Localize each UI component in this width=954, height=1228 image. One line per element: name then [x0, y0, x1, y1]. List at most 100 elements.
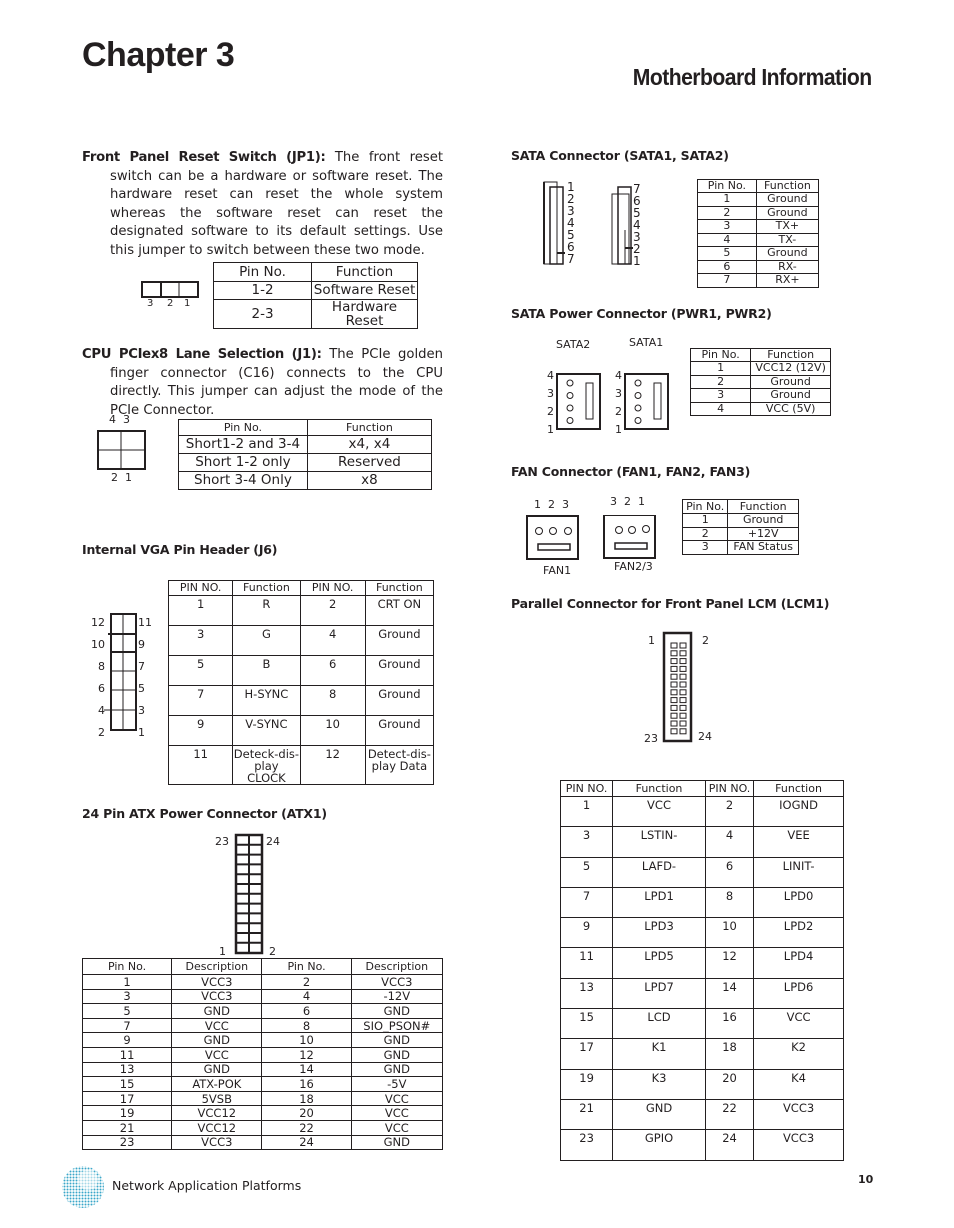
column-header: Function: [311, 262, 418, 282]
lcm-pin: [670, 673, 678, 680]
table-cell: 14: [261, 1061, 352, 1078]
table-cell: 22: [704, 1098, 755, 1131]
table-cell: LPD7: [612, 977, 706, 1010]
j1-pin-label-top: 4 3: [109, 413, 130, 426]
table-cell: 2: [299, 595, 366, 626]
table-cell: 7: [81, 1017, 173, 1034]
pin-label: 5: [138, 682, 145, 695]
sata-power-heading: SATA Power Connector (PWR1, PWR2): [511, 306, 772, 321]
j1-title: CPU PCIex8 Lane Selection (J1):: [82, 347, 322, 362]
lcm-pin: [679, 704, 687, 711]
table-cell: Detect-dis-play Data: [364, 744, 435, 786]
pin-label: 1: [633, 254, 641, 268]
table-cell: 12: [704, 947, 755, 979]
table-cell: Ground: [750, 388, 831, 403]
column-header: PIN NO.: [167, 580, 234, 596]
lcm-pin: [679, 689, 687, 696]
sata-pin-table: Pin No. Function 1 Ground 2 Ground 3 TX+ 4 TX- 5 Gr…: [697, 179, 820, 288]
table-cell: 15: [559, 1008, 614, 1040]
table-cell: Ground: [755, 246, 820, 261]
table-cell: 5VSB: [171, 1090, 263, 1107]
table-cell: 18: [704, 1038, 755, 1070]
column-header: Function: [364, 580, 435, 596]
jp1-pin-table: Pin No. Function 1-2 Software Reset 2-3 Hardw…: [212, 262, 418, 330]
table-row: 7 H-SYNC 8 Ground: [167, 685, 435, 716]
table-cell: VCC3: [171, 974, 263, 990]
table-cell: x4, x4: [306, 435, 433, 454]
fan1-pin-labels: 1 2 3: [534, 498, 569, 511]
table-cell: 21: [559, 1098, 614, 1131]
table-row: 17 5VSB 18 VCC: [81, 1090, 444, 1107]
table-cell: VCC (5V): [750, 401, 831, 416]
table-row: 5 LAFD- 6 LINIT-: [559, 856, 844, 888]
table-row: 1 VCC3 2 VCC3: [81, 974, 444, 990]
table-row: 11 VCC 12 GND: [81, 1046, 444, 1063]
table-cell: 9: [167, 715, 234, 746]
table-cell: LPD2: [753, 917, 844, 949]
table-row: Short1-2 and 3-4 x4, x4: [178, 435, 433, 454]
table-cell: 6: [697, 259, 757, 274]
column-header: Function: [727, 499, 799, 514]
column-header: Function: [750, 348, 831, 362]
table-cell: 15: [81, 1076, 173, 1092]
table-cell: 21: [81, 1119, 173, 1136]
table-cell: Hardware Reset: [311, 298, 418, 330]
table-cell: VCC: [171, 1046, 263, 1063]
table-cell: K4: [753, 1068, 844, 1100]
table-cell: LPD4: [753, 947, 844, 979]
table-cell: GND: [350, 1046, 444, 1063]
table-row: 11 LPD5 12 LPD4: [559, 947, 844, 979]
table-cell: 1: [681, 513, 729, 528]
column-header: Pin No.: [681, 499, 729, 514]
table-cell: VCC3: [171, 1134, 263, 1151]
section-title: Motherboard Information: [633, 64, 872, 90]
table-cell: VCC12 (12V): [750, 361, 831, 376]
table-cell: 2: [261, 974, 352, 990]
pin-label: 8: [98, 660, 105, 673]
table-row: 23 VCC3 24 GND: [81, 1134, 444, 1151]
table-cell: Ground: [364, 715, 435, 746]
table-cell: 2: [704, 795, 755, 828]
lcm-heading: Parallel Connector for Front Panel LCM (…: [511, 596, 830, 611]
table-row: 1 VCC 2 IOGND: [559, 795, 844, 828]
lcm-pin-label: 24: [698, 730, 712, 743]
column-header: Description: [171, 958, 263, 975]
lcm-pin: [670, 650, 678, 657]
table-cell: 10: [299, 715, 366, 746]
table-cell: Short 1-2 only: [178, 453, 308, 472]
table-cell: VCC: [171, 1017, 263, 1034]
lcm-pin: [679, 697, 687, 704]
table-cell: FAN Status: [727, 540, 799, 555]
table-row: Short 3-4 Only x8: [178, 471, 433, 490]
table-cell: 12: [261, 1046, 352, 1063]
table-header-row: Pin No. Function: [681, 499, 799, 514]
lcm-pin: [679, 673, 687, 680]
table-row: 3 FAN Status: [681, 540, 799, 555]
lcm-pin-label: 23: [644, 732, 658, 745]
table-cell: 1: [81, 974, 173, 990]
table-cell: Ground: [364, 655, 435, 686]
table-cell: Ground: [750, 374, 831, 389]
table-header-row: Pin No. Function: [212, 262, 418, 282]
lcm-pin: [679, 665, 687, 672]
table-cell: V-SYNC: [232, 715, 301, 746]
table-cell: 1: [167, 595, 234, 626]
table-row: 9 V-SYNC 10 Ground: [167, 715, 435, 746]
column-header: Pin No.: [178, 419, 308, 436]
table-row: 2 Ground: [689, 374, 831, 389]
table-row: 3 Ground: [689, 388, 831, 403]
table-cell: RX+: [755, 273, 820, 288]
table-cell: 2: [697, 205, 757, 220]
lcm-pin: [679, 658, 687, 665]
table-cell: 24: [704, 1129, 755, 1161]
column-header: Description: [350, 958, 444, 975]
lcm-pin: [670, 712, 678, 719]
jp1-pin-label: 3: [147, 298, 153, 308]
table-row: 5 Ground: [697, 246, 820, 261]
table-cell: VEE: [753, 826, 844, 858]
table-row: 17 K1 18 K2: [559, 1038, 844, 1070]
column-header: PIN NO.: [559, 780, 614, 797]
table-cell: Ground: [755, 192, 820, 207]
table-cell: 1: [559, 795, 614, 828]
column-header: PIN NO.: [299, 580, 366, 596]
